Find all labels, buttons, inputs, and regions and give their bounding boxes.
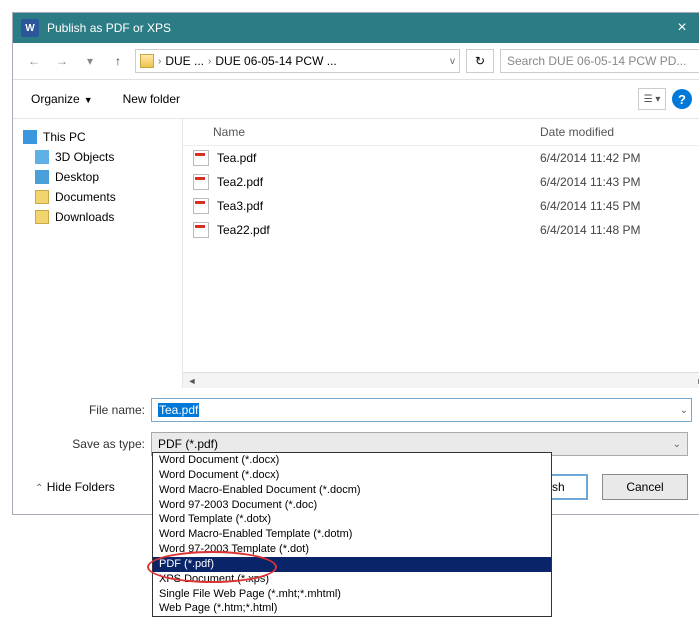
- refresh-icon[interactable]: ↻: [466, 49, 494, 73]
- title-bar: W Publish as PDF or XPS ×: [13, 13, 699, 43]
- nav-back-icon[interactable]: ←: [23, 50, 45, 72]
- close-icon[interactable]: ×: [662, 19, 699, 37]
- dropdown-option[interactable]: Word 97-2003 Template (*.dot): [153, 542, 551, 557]
- downloads-icon: [35, 210, 49, 224]
- folder-tree[interactable]: This PC 3D Objects Desktop Documents Dow…: [13, 119, 183, 388]
- filename-input[interactable]: Tea.pdf: [151, 398, 692, 422]
- view-buttons: ☰ ▾ ?: [638, 88, 692, 110]
- chevron-down-icon[interactable]: v: [450, 56, 455, 67]
- chevron-right-icon: ›: [158, 56, 161, 67]
- chevron-up-icon: ⌃: [35, 483, 43, 494]
- filename-row: File name: Tea.pdf ⌄: [35, 398, 688, 422]
- breadcrumb[interactable]: › DUE ... › DUE 06-05-14 PCW ... v: [135, 49, 460, 73]
- cancel-button[interactable]: Cancel: [602, 474, 688, 500]
- scroll-left-icon[interactable]: ◄: [185, 374, 199, 388]
- nav-forward-icon: →: [51, 50, 73, 72]
- word-app-icon: W: [21, 19, 39, 37]
- folder-icon: [140, 54, 154, 68]
- dropdown-option[interactable]: Single File Web Page (*.mht;*.mhtml): [153, 587, 551, 602]
- desktop-icon: [35, 170, 49, 184]
- help-icon[interactable]: ?: [672, 89, 692, 109]
- filename-label: File name:: [35, 403, 145, 417]
- dropdown-option-pdf[interactable]: PDF (*.pdf): [153, 557, 551, 572]
- tree-this-pc[interactable]: This PC: [17, 127, 178, 147]
- horizontal-scrollbar[interactable]: ◄ ►: [183, 372, 699, 388]
- pdf-icon: [193, 222, 209, 238]
- dropdown-option[interactable]: Word Document (*.docx): [153, 468, 551, 483]
- breadcrumb-segment[interactable]: DUE 06-05-14 PCW ...: [215, 54, 336, 68]
- dropdown-option[interactable]: Word Template (*.dotx): [153, 512, 551, 527]
- pc-icon: [23, 130, 37, 144]
- pdf-icon: [193, 198, 209, 214]
- window-title: Publish as PDF or XPS: [47, 21, 662, 35]
- dropdown-option[interactable]: Word 97-2003 Document (*.doc): [153, 498, 551, 513]
- view-mode-icon[interactable]: ☰ ▾: [638, 88, 666, 110]
- pdf-icon: [193, 174, 209, 190]
- search-placeholder: Search DUE 06-05-14 PCW PD...: [507, 54, 686, 68]
- file-rows: Tea.pdf 6/4/2014 11:42 PM Tea2.pdf 6/4/2…: [183, 146, 699, 372]
- new-folder-button[interactable]: New folder: [123, 92, 180, 106]
- column-headers[interactable]: Name Date modified: [183, 119, 699, 146]
- organize-menu[interactable]: Organize▼: [31, 92, 93, 106]
- tree-desktop[interactable]: Desktop: [17, 167, 178, 187]
- hide-folders-toggle[interactable]: ⌃ Hide Folders: [35, 480, 115, 494]
- col-name[interactable]: Name: [193, 125, 540, 139]
- publish-dialog: W Publish as PDF or XPS × ← → ▾ ↑ › DUE …: [12, 12, 699, 515]
- scroll-right-icon[interactable]: ►: [694, 374, 699, 388]
- chevron-down-icon: ⌄: [673, 439, 681, 450]
- file-row[interactable]: Tea3.pdf 6/4/2014 11:45 PM: [183, 194, 699, 218]
- file-row[interactable]: Tea.pdf 6/4/2014 11:42 PM: [183, 146, 699, 170]
- documents-icon: [35, 190, 49, 204]
- tree-3d-objects[interactable]: 3D Objects: [17, 147, 178, 167]
- search-input[interactable]: Search DUE 06-05-14 PCW PD...: [500, 49, 699, 73]
- pdf-icon: [193, 150, 209, 166]
- dropdown-option[interactable]: Word Document (*.docx): [153, 453, 551, 468]
- file-list: Name Date modified Tea.pdf 6/4/2014 11:4…: [183, 119, 699, 388]
- nav-up-icon[interactable]: ↑: [107, 50, 129, 72]
- filename-value: Tea.pdf: [158, 403, 199, 417]
- dropdown-option[interactable]: Word Macro-Enabled Template (*.dotm): [153, 527, 551, 542]
- dropdown-option[interactable]: Web Page (*.htm;*.html): [153, 601, 551, 616]
- breadcrumb-segment[interactable]: DUE ...: [165, 54, 204, 68]
- nav-recent-icon[interactable]: ▾: [79, 50, 101, 72]
- tree-downloads[interactable]: Downloads: [17, 207, 178, 227]
- saveas-value: PDF (*.pdf): [158, 437, 218, 451]
- dropdown-option[interactable]: XPS Document (*.xps): [153, 572, 551, 587]
- nav-row: ← → ▾ ↑ › DUE ... › DUE 06-05-14 PCW ...…: [13, 43, 699, 80]
- dropdown-option[interactable]: Word Macro-Enabled Document (*.docm): [153, 483, 551, 498]
- field-area: File name: Tea.pdf ⌄ Save as type: PDF (…: [13, 388, 699, 460]
- main-area: This PC 3D Objects Desktop Documents Dow…: [13, 118, 699, 388]
- file-row[interactable]: Tea22.pdf 6/4/2014 11:48 PM: [183, 218, 699, 242]
- chevron-down-icon[interactable]: ⌄: [680, 405, 688, 416]
- saveas-dropdown[interactable]: Word Document (*.docx) Word Document (*.…: [152, 452, 552, 617]
- chevron-right-icon: ›: [208, 56, 211, 67]
- file-row[interactable]: Tea2.pdf 6/4/2014 11:43 PM: [183, 170, 699, 194]
- 3d-icon: [35, 150, 49, 164]
- tree-documents[interactable]: Documents: [17, 187, 178, 207]
- col-date[interactable]: Date modified: [540, 125, 699, 139]
- saveas-label: Save as type:: [35, 437, 145, 451]
- toolbar: Organize▼ New folder ☰ ▾ ?: [13, 80, 699, 118]
